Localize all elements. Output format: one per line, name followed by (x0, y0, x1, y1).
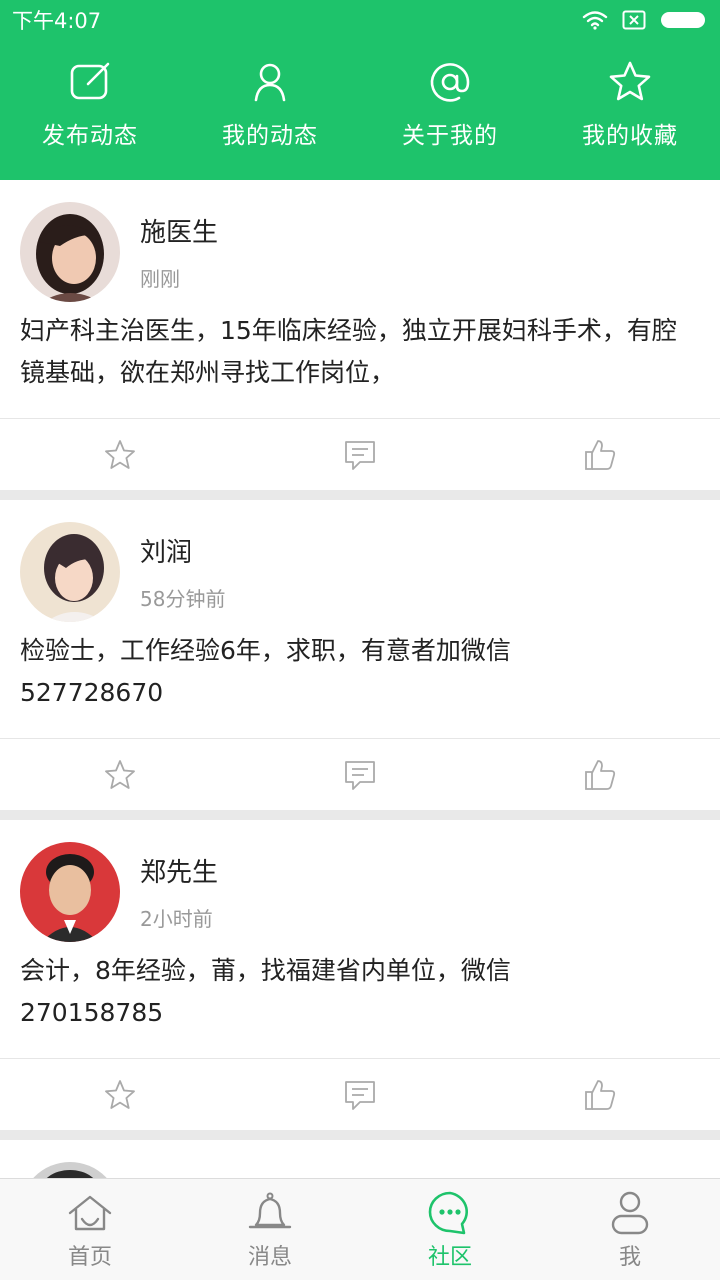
post-status-label: 发布动态 (42, 123, 138, 149)
chat-bubble-icon (426, 1189, 474, 1237)
comment-button[interactable] (240, 1059, 480, 1130)
comment-icon (342, 1077, 378, 1113)
favorite-button[interactable] (0, 419, 240, 490)
like-button[interactable] (480, 739, 720, 810)
star-icon (102, 757, 138, 793)
my-posts-button[interactable]: 我的动态 (180, 40, 360, 180)
post-content[interactable]: 检验士，工作经验6年，求职，有意者加微信 527728670 (20, 630, 700, 714)
comment-button[interactable] (240, 419, 480, 490)
thumbs-up-icon (582, 437, 618, 473)
post-action-bar (0, 1058, 720, 1130)
status-icons (582, 10, 708, 30)
about-me-button[interactable]: 关于我的 (360, 40, 540, 180)
post-time: 刚刚 (140, 267, 180, 291)
thumbs-up-icon (582, 757, 618, 793)
post-content[interactable]: 妇产科主治医生，15年临床经验，独立开展妇科手术，有腔镜基础，欲在郑州寻找工作岗… (20, 310, 700, 394)
my-posts-label: 我的动态 (222, 123, 318, 149)
edit-icon (66, 58, 114, 106)
at-icon (426, 58, 474, 106)
comment-icon (342, 757, 378, 793)
avatar[interactable] (20, 202, 120, 302)
post-time: 58分钟前 (140, 587, 226, 611)
comment-button[interactable] (240, 739, 480, 810)
post-action-bar (0, 418, 720, 490)
author-name[interactable]: 施医生 (140, 212, 218, 249)
post-card: 郑先生 2小时前 会计，8年经验，莆，找福建省内单位，微信 270158785 (0, 820, 720, 1130)
post-card: 施医生 刚刚 妇产科主治医生，15年临床经验，独立开展妇科手术，有腔镜基础，欲在… (0, 180, 720, 490)
favorite-button[interactable] (0, 739, 240, 810)
person-icon (246, 58, 294, 106)
tab-home[interactable]: 首页 (0, 1179, 180, 1280)
bell-icon (246, 1189, 294, 1237)
comment-icon (342, 437, 378, 473)
post-time: 2小时前 (140, 907, 213, 931)
post-card: 刘润 58分钟前 检验士，工作经验6年，求职，有意者加微信 527728670 (0, 500, 720, 810)
status-time: 下午4:07 (12, 9, 102, 33)
battery-icon (660, 10, 708, 30)
tab-me[interactable]: 我 (540, 1179, 720, 1280)
about-me-label: 关于我的 (402, 123, 498, 149)
thumbs-up-icon (582, 1077, 618, 1113)
like-button[interactable] (480, 1059, 720, 1130)
home-icon (66, 1189, 114, 1237)
post-action-bar (0, 738, 720, 810)
community-feed: 施医生 刚刚 妇产科主治医生，15年临床经验，独立开展妇科手术，有腔镜基础，欲在… (0, 180, 720, 1178)
post-content[interactable]: 会计，8年经验，莆，找福建省内单位，微信 270158785 (20, 950, 700, 1034)
star-icon (102, 437, 138, 473)
star-icon (606, 58, 654, 106)
tab-home-label: 首页 (67, 1245, 112, 1270)
user-icon (606, 1189, 654, 1237)
star-icon (102, 1077, 138, 1113)
bottom-tab-bar: 首页 消息 社区 我 (0, 1178, 720, 1280)
sim-x-icon (622, 10, 646, 30)
avatar[interactable] (20, 1162, 120, 1178)
avatar[interactable] (20, 522, 120, 622)
app-header: 下午4:07 发布动态 我的动态 关于我的 我的收藏 (0, 0, 720, 180)
post-card (0, 1140, 720, 1178)
tab-community[interactable]: 社区 (360, 1179, 540, 1280)
favorite-button[interactable] (0, 1059, 240, 1130)
post-status-button[interactable]: 发布动态 (0, 40, 180, 180)
author-name[interactable]: 郑先生 (140, 852, 218, 889)
author-name[interactable]: 刘润 (140, 532, 225, 569)
tab-messages-label: 消息 (247, 1245, 292, 1270)
tab-me-label: 我 (618, 1245, 641, 1270)
status-bar: 下午4:07 (0, 0, 720, 40)
tab-messages[interactable]: 消息 (180, 1179, 360, 1280)
avatar[interactable] (20, 842, 120, 942)
wifi-icon (582, 10, 608, 30)
tab-community-label: 社区 (427, 1245, 472, 1270)
my-favorites-button[interactable]: 我的收藏 (540, 40, 720, 180)
top-action-bar: 发布动态 我的动态 关于我的 我的收藏 (0, 40, 720, 180)
my-favorites-label: 我的收藏 (582, 123, 678, 149)
like-button[interactable] (480, 419, 720, 490)
